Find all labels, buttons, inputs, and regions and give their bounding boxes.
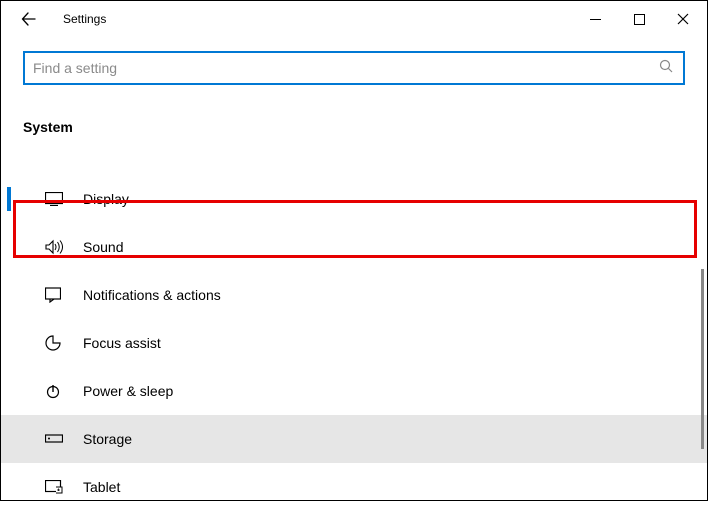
search-input[interactable] — [23, 51, 685, 85]
nav-item-label: Storage — [83, 431, 132, 447]
section-heading: System — [1, 91, 707, 145]
back-button[interactable] — [15, 5, 43, 33]
annotation-highlight — [13, 200, 697, 258]
scrollbar[interactable] — [701, 269, 704, 449]
tablet-icon — [45, 480, 71, 494]
nav-item-focus-assist[interactable]: Focus assist — [1, 319, 707, 367]
window-title: Settings — [63, 12, 106, 26]
notifications-icon — [45, 287, 71, 303]
focus-assist-icon — [45, 335, 71, 351]
power-icon — [45, 383, 71, 399]
nav-item-label: Power & sleep — [83, 383, 173, 399]
maximize-button[interactable] — [617, 4, 661, 34]
maximize-icon — [634, 14, 645, 25]
nav-item-power-sleep[interactable]: Power & sleep — [1, 367, 707, 415]
close-button[interactable] — [661, 4, 705, 34]
close-icon — [677, 13, 689, 25]
nav-item-notifications[interactable]: Notifications & actions — [1, 271, 707, 319]
nav-item-label: Notifications & actions — [83, 287, 221, 303]
minimize-icon — [590, 14, 601, 25]
minimize-button[interactable] — [573, 4, 617, 34]
nav-item-storage[interactable]: Storage — [1, 415, 707, 463]
nav-item-label: Focus assist — [83, 335, 161, 351]
arrow-left-icon — [21, 11, 37, 27]
titlebar: Settings — [1, 1, 707, 37]
nav-item-tablet[interactable]: Tablet — [1, 463, 707, 511]
storage-icon — [45, 434, 71, 444]
nav-item-label: Tablet — [83, 479, 120, 495]
